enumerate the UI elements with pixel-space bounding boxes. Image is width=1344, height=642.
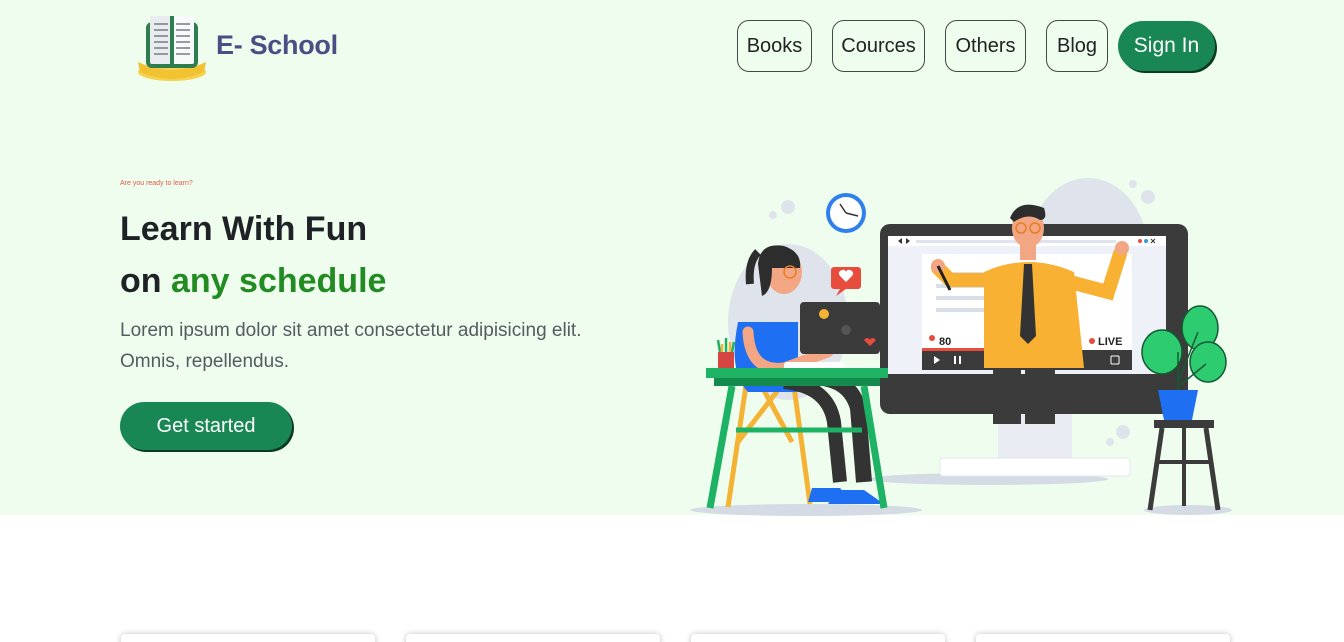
sign-in-button[interactable]: Sign In (1118, 21, 1215, 71)
hero-title-line1: Learn With Fun (120, 210, 368, 248)
hero-title-accent: any schedule (171, 262, 387, 300)
nav-blog-button[interactable]: Blog (1046, 20, 1108, 72)
nav-books-button[interactable]: Books (737, 20, 812, 72)
hero-paragraph: Lorem ipsum dolor sit amet consectetur a… (120, 320, 582, 372)
nav-cources-button[interactable]: Cources (832, 20, 925, 72)
course-card[interactable] (691, 634, 945, 642)
online-learning-illustration: 80 LIVE (690, 178, 1232, 516)
hero-title-line2: on any schedule (120, 262, 386, 301)
course-card[interactable] (976, 634, 1230, 642)
clock-icon (826, 193, 866, 233)
course-card[interactable] (121, 634, 375, 642)
open-book-icon[interactable] (134, 10, 210, 82)
live-badge: LIVE (1098, 336, 1122, 348)
viewer-count: 80 (939, 336, 951, 348)
nav-others-button[interactable]: Others (945, 20, 1026, 72)
course-card[interactable] (406, 634, 660, 642)
hero-title-prefix: on (120, 262, 162, 300)
get-started-button[interactable]: Get started (120, 402, 292, 450)
hero-eyebrow: Are you ready to learn? (120, 180, 193, 187)
brand-name[interactable]: E- School (216, 30, 338, 61)
